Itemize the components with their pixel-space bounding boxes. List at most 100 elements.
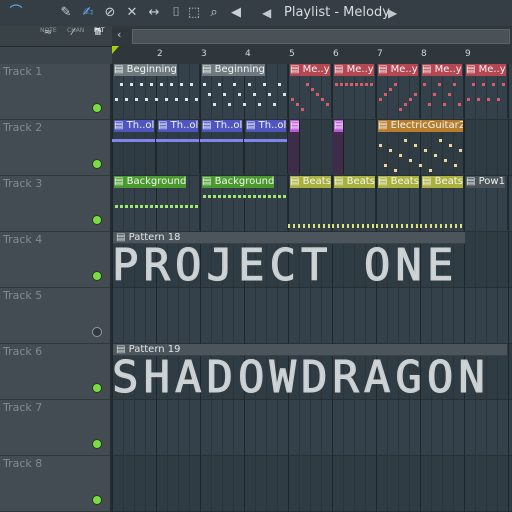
track-header-3[interactable]: Track 3: [0, 176, 110, 232]
note-mark: [311, 88, 314, 91]
note-mark: [384, 93, 387, 96]
note-mark: [248, 83, 251, 86]
clip-pow1-6[interactable]: ▤ Pow1: [464, 176, 508, 230]
zoom-icon[interactable]: ⌕: [206, 5, 222, 21]
clip-body: [464, 188, 507, 230]
note-mark: [243, 195, 246, 198]
time-ruler[interactable]: [112, 46, 512, 65]
select-area-icon[interactable]: ⬚: [186, 5, 202, 21]
track-enable-led[interactable]: [92, 215, 102, 225]
note-mark: [335, 83, 338, 86]
note-mark: [414, 93, 417, 96]
note-mark: [443, 103, 446, 106]
magnet-icon[interactable]: ⌒: [8, 5, 24, 21]
note-mark: [160, 83, 163, 86]
note-mark: [449, 144, 452, 147]
track-enable-led[interactable]: [92, 271, 102, 281]
note-mark: [419, 164, 422, 167]
note-mark: [497, 98, 500, 101]
draw-icon[interactable]: ✎: [58, 5, 74, 21]
clip-me-y-4[interactable]: ▤ Me..y: [376, 64, 420, 118]
track-header-6[interactable]: Track 6: [0, 344, 110, 400]
note-mark: [345, 83, 348, 86]
clip-body: [200, 76, 287, 118]
delete-icon[interactable]: ⊘: [102, 5, 118, 21]
mute-icon[interactable]: ✕: [124, 5, 140, 21]
track-enable-led[interactable]: [92, 439, 102, 449]
note-mark: [228, 195, 231, 198]
clip-body: [332, 188, 375, 230]
note-mark: [223, 93, 226, 96]
clip-beats-3[interactable]: ▤ Beats: [332, 176, 376, 230]
clip-background-0[interactable]: ▤ Background: [112, 176, 200, 230]
note-mark: [404, 103, 407, 106]
track-name: Track 2: [3, 121, 43, 134]
clip-beats-2[interactable]: ▤ Beats: [288, 176, 332, 230]
note-mark: [185, 98, 188, 101]
clip-th-ol-1[interactable]: ▤ Th..ol: [156, 120, 200, 174]
playback-icon[interactable]: ◀: [228, 5, 244, 21]
waveform-icon[interactable]: ≈: [37, 25, 59, 38]
clip-me-y-3[interactable]: ▤ Me..y: [332, 64, 376, 118]
track-enable-led[interactable]: [92, 383, 102, 393]
track-enable-led[interactable]: [92, 495, 102, 505]
track-lane-5[interactable]: [112, 288, 512, 344]
clip-me-y-6[interactable]: ▤ Me..y: [464, 64, 508, 118]
clip-th-ol-0[interactable]: ▤ Th..ol: [112, 120, 156, 174]
track-header-2[interactable]: Track 2: [0, 120, 110, 176]
note-mark: [233, 83, 236, 86]
note-mark: [429, 169, 432, 172]
note-mark: [384, 164, 387, 167]
clip-beginning-1[interactable]: ▤ Beginning: [200, 64, 288, 118]
clip-body: [464, 76, 507, 118]
track-header-7[interactable]: Track 7: [0, 400, 110, 456]
beat-dots: [420, 224, 463, 228]
clip-th-ol-3[interactable]: ▤ Th..ol: [244, 120, 288, 174]
subbar-left-arrow-icon[interactable]: ‹: [117, 28, 121, 41]
slip-icon[interactable]: ↔: [146, 5, 162, 21]
note-mark: [125, 98, 128, 101]
track-enable-led[interactable]: [92, 103, 102, 113]
clip-me-y-2[interactable]: ▤ Me..y: [288, 64, 332, 118]
track-header-8[interactable]: Track 8: [0, 456, 110, 512]
note-mark: [278, 83, 281, 86]
clip-electricguitar2-4[interactable]: ▤ ElectricGuitar2: [376, 120, 464, 174]
note-mark: [218, 195, 221, 198]
select-icon[interactable]: ⌷: [168, 5, 184, 21]
track-header-4[interactable]: Track 4: [0, 232, 110, 288]
note-mark: [350, 83, 353, 86]
note-mark: [283, 195, 286, 198]
ruler-mark-5: 5: [289, 49, 295, 59]
paint-icon[interactable]: ✍: [80, 5, 96, 21]
track-header-1[interactable]: Track 1: [0, 64, 110, 120]
right-arrow-icon[interactable]: ▶: [388, 5, 397, 21]
clip-beats-5[interactable]: ▤ Beats: [420, 176, 464, 230]
track-enable-led[interactable]: [92, 327, 102, 337]
clip-me-y-5[interactable]: ▤ Me..y: [420, 64, 464, 118]
clip--9[interactable]: ▤: [288, 120, 300, 174]
playhead-marker[interactable]: [112, 46, 119, 54]
note-mark: [135, 98, 138, 101]
note-mark: [428, 103, 431, 106]
track-lane-7[interactable]: [112, 400, 512, 456]
track-header-5[interactable]: Track 5: [0, 288, 110, 344]
clip-background-1[interactable]: ▤ Background: [200, 176, 288, 230]
clip-label: ▤ Beginning: [202, 64, 265, 76]
note-mark: [145, 205, 148, 208]
clip-beats-4[interactable]: ▤ Beats: [376, 176, 420, 230]
channel-icon[interactable]: ⁄: [66, 25, 80, 38]
note-mark: [160, 205, 163, 208]
note-mark: [291, 98, 294, 101]
track-lane-8[interactable]: [112, 456, 512, 512]
bar-line: [464, 64, 465, 512]
note-mark: [458, 103, 461, 106]
track-enable-led[interactable]: [92, 159, 102, 169]
clip--10[interactable]: ▤: [332, 120, 344, 174]
horizontal-scrollbar[interactable]: [132, 29, 510, 44]
clip-label: ▤ Beats: [290, 176, 331, 188]
clip-beginning-0[interactable]: ▤ Beginning: [112, 64, 200, 118]
clip-th-ol-2[interactable]: ▤ Th..ol: [200, 120, 244, 174]
note-mark: [135, 205, 138, 208]
left-arrow-icon[interactable]: ◀: [262, 5, 271, 21]
pattern-icon[interactable]: Ⅲ: [91, 25, 105, 38]
